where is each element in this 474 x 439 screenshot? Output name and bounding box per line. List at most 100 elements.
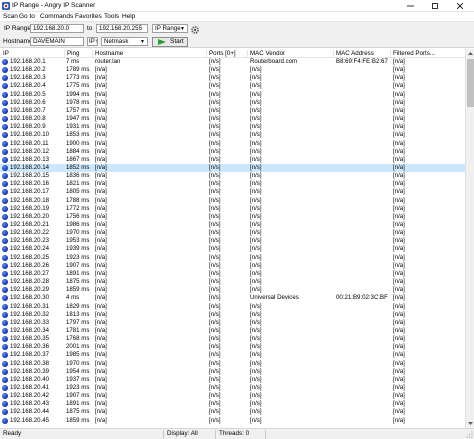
table-row[interactable]: 192.168.20.41 1923 ms [n/a] [n/s] [n/s] [n/a] [0,384,465,392]
table-row[interactable]: 192.168.20.22 1970 ms [n/a] [n/s] [n/s] [n/a] [0,229,465,237]
feeder-select[interactable]: IP Range ▼ [152,24,188,33]
menu-go-to[interactable]: Go to [19,13,35,20]
cell-filtered-ports: [n/a] [393,269,405,277]
table-row[interactable]: 192.168.20.12 1884 ms [n/a] [n/s] [n/s] [n/a] [0,148,465,156]
results-table[interactable]: 192.168.20.1 7 ms router.lan [n/s] Routerboa… [0,58,465,428]
cell-hostname: [n/a] [95,74,107,82]
menu-scan[interactable]: Scan [3,13,18,20]
table-row[interactable]: 192.168.20.37 1985 ms [n/a] [n/s] [n/s] [n/a] [0,351,465,359]
column-header-mac-address[interactable]: MAC Address [333,50,374,58]
menu-commands[interactable]: Commands [40,13,73,20]
table-row[interactable]: 192.168.20.7 1757 ms [n/a] [n/s] [n/s] [n/a] [0,107,465,115]
ip-start-input[interactable] [30,24,84,33]
cell-mac-vendor: [n/s] [250,180,262,188]
cell-hostname: [n/a] [95,269,107,277]
cell-ip: 192.168.20.13 [10,155,49,163]
cell-filtered-ports: [n/a] [393,66,405,74]
table-row[interactable]: 192.168.20.30 4 ms [n/a] [n/s] Universal Dev… [0,294,465,302]
gear-icon[interactable] [190,25,200,35]
table-row[interactable]: 192.168.20.13 1867 ms [n/a] [n/s] [n/s] [n/a] [0,156,465,164]
table-row[interactable]: 192.168.20.10 1853 ms [n/a] [n/s] [n/s] [n/a] [0,131,465,139]
table-row[interactable]: 192.168.20.31 1829 ms [n/a] [n/s] [n/s] [n/a] [0,303,465,311]
cell-mac-vendor: [n/s] [250,392,262,400]
table-row[interactable]: 192.168.20.36 2001 ms [n/a] [n/s] [n/s] [n/a] [0,343,465,351]
table-row[interactable]: 192.168.20.16 1821 ms [n/a] [n/s] [n/s] [n/a] [0,180,465,188]
column-header-ping[interactable]: Ping [64,50,79,58]
table-row[interactable]: 192.168.20.43 1891 ms [n/a] [n/s] [n/s] [n/a] [0,400,465,408]
scroll-down-arrow-icon[interactable] [466,419,474,428]
menu-tools[interactable]: Tools [104,13,119,20]
cell-ping: 1985 ms [66,351,90,359]
table-row[interactable]: 192.168.20.6 1978 ms [n/a] [n/s] [n/s] [n/a] [0,99,465,107]
table-row[interactable]: 192.168.20.5 1994 ms [n/a] [n/s] [n/s] [n/a] [0,91,465,99]
table-row[interactable]: 192.168.20.45 1859 ms [n/a] [n/s] [n/s] [n/a] [0,417,465,425]
table-row[interactable]: 192.168.20.29 1859 ms [n/a] [n/s] [n/s] [n/a] [0,286,465,294]
cell-ports: [n/s] [209,196,221,204]
cell-ports: [n/s] [209,261,221,269]
table-row[interactable]: 192.168.20.26 1907 ms [n/a] [n/s] [n/s] [n/a] [0,262,465,270]
maximize-button[interactable] [426,0,444,12]
table-row[interactable]: 192.168.20.1 7 ms router.lan [n/s] Routerboa… [0,58,465,66]
start-button[interactable]: Start [152,37,188,47]
netmask-select[interactable]: Netmask ▼ [101,37,148,46]
host-alive-icon [2,59,8,65]
ip-end-input[interactable] [96,24,148,33]
table-row[interactable]: 192.168.20.4 1775 ms [n/a] [n/s] [n/s] [n/a] [0,82,465,90]
table-row[interactable]: 192.168.20.34 1781 ms [n/a] [n/s] [n/s] [n/a] [0,327,465,335]
table-row[interactable]: 192.168.20.44 1875 ms [n/a] [n/s] [n/s] [n/a] [0,408,465,416]
column-header-ports[interactable]: Ports [0+] [206,50,236,58]
table-row[interactable]: 192.168.20.8 1947 ms [n/a] [n/s] [n/s] [n/a] [0,115,465,123]
menu-bar: Scan Go to Commands Favorites Tools Help [0,12,474,21]
table-row[interactable]: 192.168.20.38 1970 ms [n/a] [n/s] [n/s] [n/a] [0,360,465,368]
table-row[interactable]: 192.168.20.3 1773 ms [n/a] [n/s] [n/s] [n/a] [0,74,465,82]
cell-mac-vendor: [n/s] [250,221,262,228]
table-row[interactable]: 192.168.20.33 1797 ms [n/a] [n/s] [n/s] [n/a] [0,319,465,327]
host-alive-icon [2,336,8,343]
table-row[interactable]: 192.168.20.27 1891 ms [n/a] [n/s] [n/s] [n/a] [0,270,465,278]
table-row[interactable]: 192.168.20.19 1772 ms [n/a] [n/s] [n/s] [n/a] [0,205,465,213]
ip-up-button[interactable]: IP↑ [87,37,98,46]
table-row[interactable]: 192.168.20.14 1852 ms [n/a] [n/s] [n/s] [n/a] [0,163,465,173]
table-row[interactable]: 192.168.20.39 1954 ms [n/a] [n/s] [n/s] [n/a] [0,368,465,376]
table-row[interactable]: 192.168.20.21 1986 ms [n/a] [n/s] [n/s] [n/a] [0,221,465,229]
column-header-ip[interactable]: IP [3,50,9,58]
cell-filtered-ports: [n/a] [393,326,405,334]
hostname-input[interactable] [30,37,84,46]
table-row[interactable]: 192.168.20.40 1937 ms [n/a] [n/s] [n/s] [n/a] [0,376,465,384]
menu-help[interactable]: Help [122,13,135,20]
table-row[interactable]: 192.168.20.23 1953 ms [n/a] [n/s] [n/s] [n/a] [0,237,465,245]
table-row[interactable]: 192.168.20.2 1789 ms [n/a] [n/s] [n/s] [n/a] [0,66,465,74]
host-alive-icon [2,368,8,375]
cell-hostname: [n/a] [95,172,107,180]
table-row[interactable]: 192.168.20.28 1875 ms [n/a] [n/s] [n/s] [n/a] [0,278,465,286]
vertical-scrollbar[interactable] [465,49,474,428]
table-row[interactable]: 192.168.20.32 1813 ms [n/a] [n/s] [n/s] [n/a] [0,311,465,319]
table-row[interactable]: 192.168.20.25 1923 ms [n/a] [n/s] [n/s] [n/a] [0,254,465,262]
cell-hostname: [n/a] [95,253,107,261]
minimize-button[interactable] [401,0,419,12]
table-row[interactable]: 192.168.20.18 1788 ms [n/a] [n/s] [n/s] [n/a] [0,197,465,205]
table-row[interactable]: 192.168.20.20 1756 ms [n/a] [n/s] [n/s] [n/a] [0,213,465,221]
table-row[interactable]: 192.168.20.15 1836 ms [n/a] [n/s] [n/s] [n/a] [0,172,465,180]
cell-hostname: [n/a] [95,392,107,400]
cell-ip: 192.168.20.22 [10,229,49,237]
column-header-filtered-ports[interactable]: Filtered Ports... [390,50,435,58]
table-row[interactable]: 192.168.20.9 1931 ms [n/a] [n/s] [n/s] [n/a] [0,123,465,131]
table-row[interactable]: 192.168.20.35 1768 ms [n/a] [n/s] [n/s] [n/a] [0,335,465,343]
table-row[interactable]: 192.168.20.17 1805 ms [n/a] [n/s] [n/s] [n/a] [0,188,465,196]
title-bar[interactable]: IP Range - Angry IP Scanner [0,0,474,12]
table-row[interactable]: 192.168.20.42 1907 ms [n/a] [n/s] [n/s] [n/a] [0,392,465,400]
resize-grip-icon[interactable] [466,431,473,438]
scroll-up-arrow-icon[interactable] [466,49,474,58]
scrollbar-thumb[interactable] [467,59,474,107]
cell-hostname: [n/a] [95,237,107,245]
cell-filtered-ports: [n/a] [393,58,405,65]
cell-ip: 192.168.20.43 [10,400,49,408]
cell-ip: 192.168.20.41 [10,384,49,391]
close-button[interactable] [451,0,469,12]
table-row[interactable]: 192.168.20.11 1900 ms [n/a] [n/s] [n/s] [n/a] [0,140,465,148]
column-header-mac-vendor[interactable]: MAC Vendor [247,50,285,58]
menu-favorites[interactable]: Favorites [75,13,102,20]
column-header-hostname[interactable]: Hostname [92,50,123,58]
table-row[interactable]: 192.168.20.24 1939 ms [n/a] [n/s] [n/s] [n/a] [0,245,465,253]
